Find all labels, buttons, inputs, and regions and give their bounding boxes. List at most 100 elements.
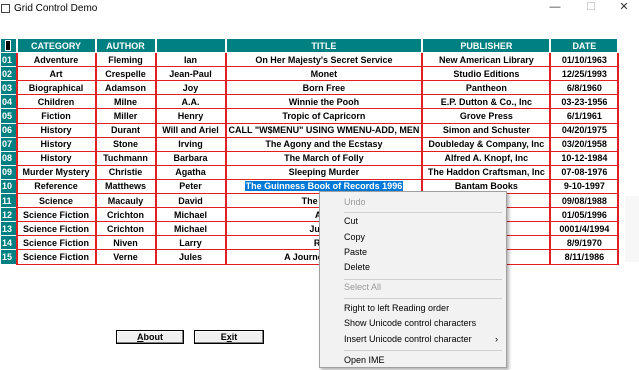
menu-item-insert-unicode-control-character[interactable]: Insert Unicode control character › <box>320 332 506 346</box>
cell-category[interactable]: History <box>15 150 97 166</box>
table-row[interactable]: 14Science FictionNivenLarryRingks8/9/197… <box>0 235 620 251</box>
cell-category[interactable]: History <box>15 136 97 152</box>
table-row[interactable]: 01 Adventure Fleming Ian On Her Majesty's Se… <box>0 52 620 68</box>
column-header-title[interactable]: TITLE <box>225 37 424 54</box>
close-button[interactable]: ✕ <box>609 0 639 16</box>
cell-author-first[interactable]: Ian <box>154 52 227 68</box>
table-row[interactable]: 04 Children Milne A.A. Winnie the Pooh E.P. D… <box>0 94 620 110</box>
cell-title[interactable]: The Agony and the Ecstasy <box>224 136 424 152</box>
row-header[interactable]: 13 <box>0 221 17 237</box>
column-header-publisher[interactable]: PUBLISHER <box>421 37 552 54</box>
exit-button[interactable]: Exit <box>194 330 264 344</box>
cell-category[interactable]: Fiction <box>15 108 97 124</box>
cell-author-last[interactable]: Tuchmann <box>94 150 157 166</box>
cell-author-first[interactable]: Will and Ariel <box>154 122 227 138</box>
table-row[interactable]: 13Science FictionCrichtonMichaelJurass00… <box>0 221 620 237</box>
cell-publisher[interactable]: Studio Editions <box>421 66 552 82</box>
row-header[interactable]: 02 <box>0 66 17 82</box>
column-header-category[interactable]: CATEGORY <box>16 37 97 54</box>
cell-author-last[interactable]: Matthews <box>94 178 157 195</box>
cell-author-first[interactable]: Henry <box>154 108 227 124</box>
cell-author-last[interactable]: Durant <box>94 122 157 138</box>
cell-author-first[interactable]: Michael <box>154 207 227 223</box>
cell-author-last[interactable]: Christie <box>94 164 157 180</box>
table-row[interactable]: 05 Fiction Miller Henry Tropic of Capricorn G… <box>0 108 620 124</box>
table-row[interactable]: 08 History Tuchmann Barbara The March of Fol… <box>0 150 620 166</box>
row-header[interactable]: 12 <box>0 207 17 223</box>
cell-publisher[interactable]: Simon and Schuster <box>421 122 552 138</box>
menu-item-copy[interactable]: Copy <box>320 230 506 244</box>
cell-category[interactable]: Biographical <box>15 80 97 96</box>
cell-category[interactable]: Science <box>15 193 97 209</box>
cell-date[interactable]: 03-23-1956 <box>549 94 620 110</box>
cell-author-first[interactable]: Barbara <box>154 150 227 166</box>
grid-control[interactable]: CATEGORY AUTHOR TITLE PUBLISHER DATE 01 A… <box>0 37 620 265</box>
menu-item-right-to-left-reading-order[interactable]: Right to left Reading order <box>320 301 506 315</box>
column-header-author-first[interactable] <box>155 37 227 54</box>
row-header[interactable]: 14 <box>0 235 17 251</box>
cell-publisher[interactable]: Grove Press <box>421 108 552 124</box>
cell-date[interactable]: 07-08-1976 <box>549 164 620 180</box>
about-button[interactable]: About <box>116 330 184 344</box>
cell-author-last[interactable]: Adamson <box>94 80 157 96</box>
cell-category[interactable]: Murder Mystery <box>15 164 97 180</box>
cell-author-last[interactable]: Fleming <box>94 52 157 68</box>
table-row[interactable]: 10 Reference Matthews Peter The Guinness Boo… <box>0 178 620 195</box>
cell-category[interactable]: Reference <box>15 178 97 195</box>
row-header[interactable]: 07 <box>0 136 17 152</box>
cell-date[interactable]: 03/20/1958 <box>549 136 620 152</box>
cell-title[interactable]: CALL "W$MENU" USING WMENU-ADD, MEN <box>224 122 424 138</box>
cell-author-first[interactable]: David <box>154 193 227 209</box>
cell-date[interactable]: 04/20/1975 <box>549 122 620 138</box>
cell-title[interactable]: Sleeping Murder <box>224 164 424 180</box>
cell-date[interactable]: 6/1/1961 <box>549 108 620 124</box>
table-row[interactable]: 03 Biographical Adamson Joy Born Free Pantheo… <box>0 80 620 96</box>
cell-date[interactable]: 12/25/1993 <box>549 66 620 82</box>
column-header-author[interactable]: AUTHOR <box>95 37 157 54</box>
table-row[interactable]: 07 History Stone Irving The Agony and the Ec… <box>0 136 620 152</box>
row-header[interactable]: 06 <box>0 122 17 138</box>
cell-author-first[interactable]: Peter <box>154 178 227 195</box>
menu-item-show-unicode-control-characters[interactable]: Show Unicode control characters <box>320 316 506 330</box>
cell-title[interactable]: Born Free <box>224 80 424 96</box>
cell-category[interactable]: Science Fiction <box>15 221 97 237</box>
cell-date[interactable]: 01/10/1963 <box>549 52 620 68</box>
cell-author-last[interactable]: Crespelle <box>94 66 157 82</box>
cell-date[interactable]: 01/05/1996 <box>549 207 620 223</box>
cell-date[interactable]: 10-12-1984 <box>549 150 620 166</box>
menu-item-paste[interactable]: Paste <box>320 245 506 259</box>
context-menu[interactable]: Undo Cut Copy Paste Delete Select All Right to… <box>319 191 507 368</box>
cell-author-first[interactable]: Joy <box>154 80 227 96</box>
cell-category[interactable]: Art <box>15 66 97 82</box>
cell-author-first[interactable]: Larry <box>154 235 227 251</box>
cell-publisher[interactable]: E.P. Dutton & Co., Inc <box>421 94 552 110</box>
cell-author-last[interactable]: Niven <box>94 235 157 251</box>
cell-author-last[interactable]: Miller <box>94 108 157 124</box>
cell-category[interactable]: Science Fiction <box>15 235 97 251</box>
minimize-button[interactable]: — <box>540 0 570 16</box>
cell-category[interactable]: Science Fiction <box>15 249 97 265</box>
table-row[interactable]: 11ScienceMacaulyDavidThe Way T09/08/1988 <box>0 193 620 209</box>
row-header[interactable]: 11 <box>0 193 17 209</box>
cell-author-last[interactable]: Crichton <box>94 207 157 223</box>
cell-title[interactable]: On Her Majesty's Secret Service <box>224 52 424 68</box>
cell-category[interactable]: Science Fiction <box>15 207 97 223</box>
menu-item-open-ime[interactable]: Open IME <box>320 353 506 367</box>
menu-item-cut[interactable]: Cut <box>320 214 506 228</box>
cell-category[interactable]: Adventure <box>15 52 97 68</box>
cell-title[interactable]: Winnie the Pooh <box>224 94 424 110</box>
cell-publisher[interactable]: Doubleday & Company, Inc <box>421 136 552 152</box>
cell-publisher[interactable]: Pantheon <box>421 80 552 96</box>
maximize-button[interactable]: ☐ <box>576 0 606 16</box>
cell-date[interactable]: 8/11/1986 <box>549 249 620 265</box>
row-header[interactable]: 05 <box>0 108 17 124</box>
table-row[interactable]: 12Science FictionCrichtonMichaelAirFInc0… <box>0 207 620 223</box>
table-row[interactable]: 09 Murder Mystery Christie Agatha Sleeping M… <box>0 164 620 180</box>
cell-author-first[interactable]: Jules <box>154 249 227 265</box>
cell-publisher[interactable]: Alfred A. Knopf, Inc <box>421 150 552 166</box>
cell-author-first[interactable]: A.A. <box>154 94 227 110</box>
menu-item-delete[interactable]: Delete <box>320 260 506 274</box>
cell-author-first[interactable]: Agatha <box>154 164 227 180</box>
cell-date[interactable]: 9-10-1997 <box>549 178 620 195</box>
cell-date[interactable]: 8/9/1970 <box>549 235 620 251</box>
